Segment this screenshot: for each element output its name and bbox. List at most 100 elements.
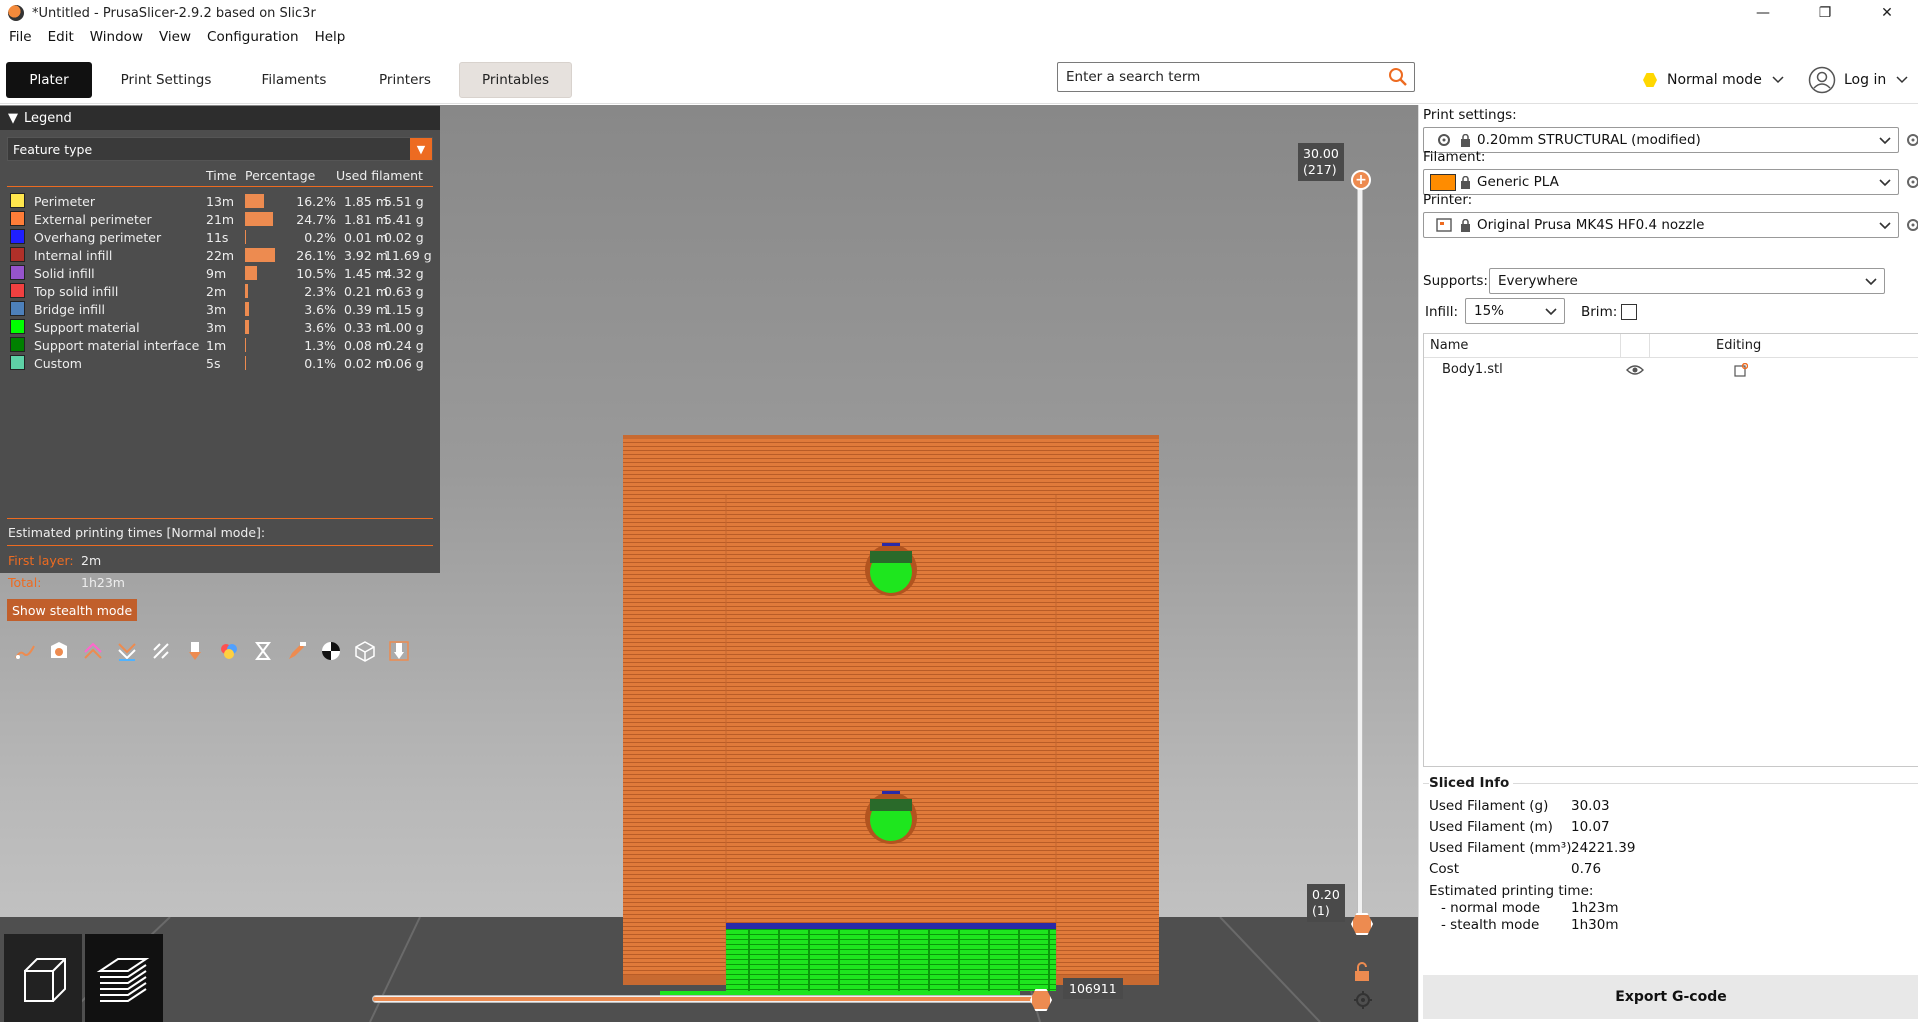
- tool-marker-icon[interactable]: [382, 636, 416, 666]
- legend-row[interactable]: Internal infill 22m 26.1% 3.92 m 11.69 g: [8, 245, 438, 265]
- col-name[interactable]: Name: [1430, 338, 1468, 353]
- legend-meters: 0.08 m: [344, 338, 388, 353]
- legend-time: 5s: [206, 356, 221, 371]
- tab-plater[interactable]: Plater: [6, 62, 92, 98]
- collapse-triangle-icon[interactable]: ▼: [8, 111, 18, 126]
- legend-grams: 0.02 g: [384, 230, 424, 245]
- search-input[interactable]: Enter a search term: [1057, 62, 1415, 92]
- settings-cog-icon[interactable]: [1353, 990, 1373, 1010]
- menu-help[interactable]: Help: [308, 29, 355, 45]
- show-stealth-mode-button[interactable]: Show stealth mode: [7, 599, 138, 621]
- login-button[interactable]: Log in: [1808, 66, 1908, 94]
- layer-slider-top-thumb[interactable]: +: [1351, 170, 1371, 190]
- print-settings-combo[interactable]: 0.20mm STRUCTURAL (modified): [1423, 127, 1899, 153]
- menu-view[interactable]: View: [152, 29, 200, 45]
- legend-percent-bar: [245, 266, 257, 280]
- legend-row[interactable]: Custom 5s 0.1% 0.02 m 0.06 g: [8, 353, 438, 373]
- legend-header[interactable]: ▼ Legend: [0, 106, 440, 130]
- layer-slider-track[interactable]: [1357, 183, 1363, 923]
- move-slider-track[interactable]: [372, 995, 1044, 1003]
- legend-color-swatch: [10, 247, 25, 262]
- menu-edit[interactable]: Edit: [41, 29, 83, 45]
- 3d-view-button[interactable]: [4, 934, 82, 1022]
- legend-grams: 0.24 g: [384, 338, 424, 353]
- deretractions-icon[interactable]: [110, 636, 144, 666]
- legend-row[interactable]: Perimeter 13m 16.2% 1.85 m 5.51 g: [8, 191, 438, 211]
- search-icon[interactable]: [1388, 67, 1408, 87]
- printer-combo[interactable]: Original Prusa MK4S HF0.4 nozzle: [1423, 212, 1899, 238]
- col-editing[interactable]: Editing: [1716, 338, 1761, 353]
- tab-printables[interactable]: Printables: [459, 62, 572, 98]
- object-name: Body1.stl: [1442, 362, 1503, 377]
- chevron-down-icon: [1879, 179, 1891, 187]
- legend-meters: 3.92 m: [344, 248, 388, 263]
- filament-label: Filament:: [1423, 149, 1486, 165]
- estimated-times-title: Estimated printing times [Normal mode]:: [8, 525, 266, 540]
- filament-combo[interactable]: Generic PLA: [1423, 169, 1899, 195]
- legend-meters: 1.45 m: [344, 266, 388, 281]
- legend-color-swatch: [10, 301, 25, 316]
- cube-icon: [24, 958, 66, 1002]
- user-avatar-icon: [1808, 66, 1836, 94]
- visibility-toolbar: [8, 636, 416, 666]
- legend-row[interactable]: Overhang perimeter 11s 0.2% 0.01 m 0.02 g: [8, 227, 438, 247]
- legend-time: 11s: [206, 230, 229, 245]
- infill-select[interactable]: 15%: [1465, 298, 1565, 324]
- brim-checkbox[interactable]: [1621, 304, 1637, 320]
- legend-time: 9m: [206, 266, 227, 281]
- menu-configuration[interactable]: Configuration: [200, 29, 308, 45]
- shells-icon[interactable]: [348, 636, 382, 666]
- mode-selector[interactable]: Normal mode: [1643, 72, 1784, 88]
- view-type-select[interactable]: Feature type ▼: [7, 137, 433, 161]
- legend-row[interactable]: External perimeter 21m 24.7% 1.81 m 5.41 g: [8, 209, 438, 229]
- tool-changes-icon[interactable]: [178, 636, 212, 666]
- gear-icon[interactable]: [1905, 217, 1918, 233]
- menu-file[interactable]: File: [2, 29, 41, 45]
- custom-gcodes-icon[interactable]: [280, 636, 314, 666]
- stealth-mode-label: - stealth mode: [1441, 917, 1540, 933]
- pause-prints-icon[interactable]: [246, 636, 280, 666]
- supports-select[interactable]: Everywhere: [1489, 268, 1885, 294]
- color-changes-icon[interactable]: [212, 636, 246, 666]
- legend-feature-name: Custom: [34, 356, 82, 371]
- retractions-icon[interactable]: [76, 636, 110, 666]
- filament-color-swatch[interactable]: [1430, 173, 1456, 191]
- total-value: 1h23m: [81, 575, 125, 590]
- export-gcode-button[interactable]: Export G-code: [1423, 975, 1918, 1019]
- legend-row[interactable]: Support material 3m 3.6% 0.33 m 1.00 g: [8, 317, 438, 337]
- legend-feature-name: Perimeter: [34, 194, 95, 209]
- menu-window[interactable]: Window: [83, 29, 152, 45]
- chevron-down-icon: [1545, 308, 1557, 316]
- eye-icon[interactable]: [1626, 363, 1644, 377]
- dropdown-arrow-icon[interactable]: ▼: [410, 138, 432, 160]
- minimize-button[interactable]: —: [1732, 0, 1794, 26]
- edit-settings-icon[interactable]: [1734, 363, 1748, 377]
- close-button[interactable]: ✕: [1856, 0, 1918, 26]
- legend-row[interactable]: Top solid infill 2m 2.3% 0.21 m 0.63 g: [8, 281, 438, 301]
- chevron-down-icon: [1896, 76, 1908, 84]
- center-of-gravity-icon[interactable]: [314, 636, 348, 666]
- gear-icon[interactable]: [1905, 132, 1918, 148]
- preview-button[interactable]: [85, 934, 163, 1022]
- tab-print-settings[interactable]: Print Settings: [104, 62, 228, 98]
- tab-filaments[interactable]: Filaments: [246, 62, 342, 98]
- legend-title: Legend: [24, 110, 72, 126]
- legend-separator: [7, 545, 433, 546]
- maximize-button[interactable]: ❐: [1794, 0, 1856, 26]
- wipe-icon[interactable]: [42, 636, 76, 666]
- list-item[interactable]: Body1.stl: [1424, 358, 1918, 382]
- object-list-header: Name Editing: [1424, 334, 1918, 358]
- seams-icon[interactable]: [144, 636, 178, 666]
- tab-printers[interactable]: Printers: [360, 62, 450, 98]
- legend-percent: 2.3%: [304, 284, 336, 299]
- legend-row[interactable]: Solid infill 9m 10.5% 1.45 m 4.32 g: [8, 263, 438, 283]
- legend-row[interactable]: Bridge infill 3m 3.6% 0.39 m 1.15 g: [8, 299, 438, 319]
- legend-row[interactable]: Support material interface 1m 1.3% 0.08 m 0.…: [8, 335, 438, 355]
- sliced-info-value: 24221.39: [1571, 840, 1636, 856]
- unlock-icon[interactable]: [1353, 962, 1371, 982]
- chevron-down-icon: [1879, 137, 1891, 145]
- chevron-down-icon: [1865, 278, 1877, 286]
- infill-label: Infill:: [1425, 304, 1459, 320]
- travel-icon[interactable]: [8, 636, 42, 666]
- gear-icon[interactable]: [1905, 174, 1918, 190]
